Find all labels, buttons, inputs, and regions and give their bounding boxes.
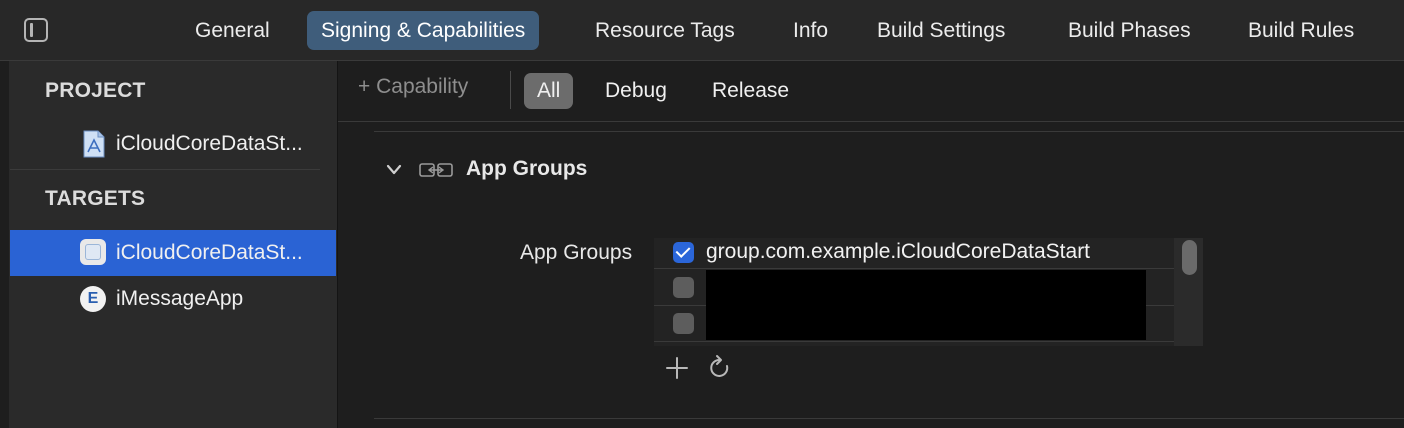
group-checkbox-checked[interactable] xyxy=(673,242,694,263)
group-checkbox-unchecked[interactable] xyxy=(673,313,694,334)
extension-e-icon: E xyxy=(80,286,106,312)
refresh-icon[interactable] xyxy=(707,354,733,382)
tab-general[interactable]: General xyxy=(181,11,284,50)
group-checkbox-unchecked[interactable] xyxy=(673,277,694,298)
tab-build-rules[interactable]: Build Rules xyxy=(1234,11,1368,50)
filter-all[interactable]: All xyxy=(524,73,574,109)
sidebar-toggle-icon[interactable] xyxy=(24,18,48,42)
filter-debug[interactable]: Debug xyxy=(592,73,680,109)
target-item-imessageapp[interactable]: iMessageApp xyxy=(116,287,243,311)
row-divider xyxy=(654,268,1174,269)
filter-release[interactable]: Release xyxy=(699,73,802,109)
toolbar-separator xyxy=(510,71,511,109)
project-item[interactable]: iCloudCoreDataSt... xyxy=(116,132,303,156)
targets-section-header: TARGETS xyxy=(45,187,146,210)
toolbar-divider xyxy=(338,121,1404,122)
row-divider xyxy=(654,341,1174,342)
project-section-header: PROJECT xyxy=(45,79,146,102)
tab-build-settings[interactable]: Build Settings xyxy=(863,11,1019,50)
tab-build-phases[interactable]: Build Phases xyxy=(1054,11,1205,50)
list-scrollbar-thumb[interactable] xyxy=(1182,240,1197,275)
chevron-down-icon[interactable] xyxy=(386,163,402,177)
app-target-icon xyxy=(80,239,106,265)
tab-resource-tags[interactable]: Resource Tags xyxy=(581,11,749,50)
tab-signing-capabilities[interactable]: Signing & Capabilities xyxy=(307,11,540,50)
capability-top-divider xyxy=(374,131,1404,132)
add-capability-button[interactable]: + Capability xyxy=(358,75,468,99)
app-groups-icon xyxy=(419,163,453,177)
tab-info[interactable]: Info xyxy=(779,11,842,50)
plus-icon[interactable] xyxy=(665,356,689,380)
capability-title: App Groups xyxy=(466,157,588,180)
sidebar-divider xyxy=(10,169,320,170)
app-groups-field-label: App Groups xyxy=(520,241,633,264)
target-item-icloud[interactable]: iCloudCoreDataSt... xyxy=(116,241,303,265)
capability-bottom-divider xyxy=(374,418,1404,419)
group-item-label: group.com.example.iCloudCoreDataStart xyxy=(706,240,1091,263)
project-file-icon xyxy=(83,130,105,158)
redacted-group-entries xyxy=(706,270,1146,340)
